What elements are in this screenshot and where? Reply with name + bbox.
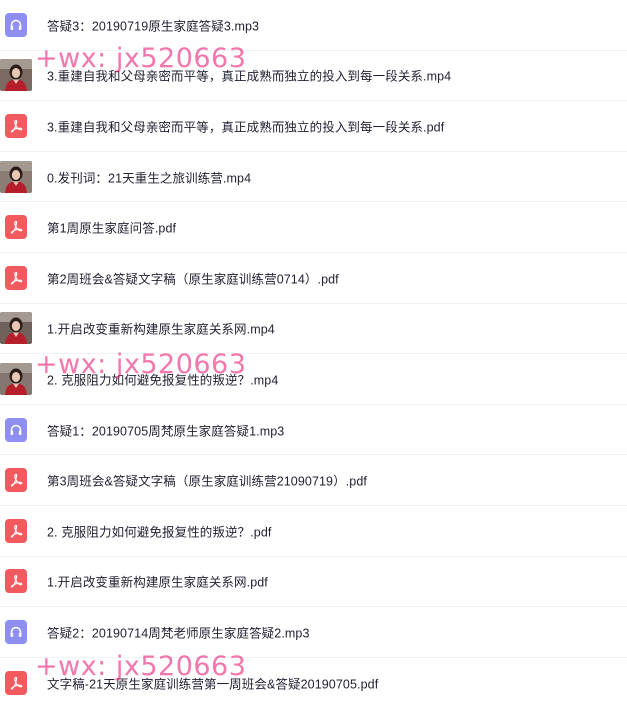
headphones-icon xyxy=(0,616,32,648)
file-name: 1.开启改变重新构建原生家庭关系网.pdf xyxy=(47,575,268,590)
video-thumbnail xyxy=(0,312,32,345)
video-thumbnail xyxy=(0,160,32,193)
file-name: 文字稿-21天原生家庭训练营第一周班会&答疑20190705.pdf xyxy=(47,677,379,692)
file-name: 答疑1：20190705周梵原生家庭答疑1.mp3 xyxy=(47,424,285,439)
file-name: 答疑2：20190714周梵老师原生家庭答疑2.mp3 xyxy=(47,626,310,641)
video-thumbnail xyxy=(0,362,32,395)
file-row-video[interactable]: 3.重建自我和父母亲密而平等，真正成熟而独立的投入到每一段关系.mp4 xyxy=(0,51,627,102)
pdf-icon xyxy=(0,667,32,699)
pdf-icon xyxy=(0,565,32,597)
file-row-video[interactable]: 2. 克服阻力如何避免报复性的叛逆？.mp4 xyxy=(0,354,627,405)
file-name: 第3周班会&答疑文字稿（原生家庭训练营21090719）.pdf xyxy=(47,474,367,489)
file-name: 答疑3：20190719原生家庭答疑3.mp3 xyxy=(47,19,260,34)
file-name: 第1周原生家庭问答.pdf xyxy=(47,221,177,236)
file-name: 3.重建自我和父母亲密而平等，真正成熟而独立的投入到每一段关系.mp4 xyxy=(47,69,452,84)
file-name: 3.重建自我和父母亲密而平等，真正成熟而独立的投入到每一段关系.pdf xyxy=(47,120,445,135)
file-row-pdf[interactable]: 第3周班会&答疑文字稿（原生家庭训练营21090719）.pdf xyxy=(0,455,627,506)
file-row-audio[interactable]: 答疑1：20190705周梵原生家庭答疑1.mp3 xyxy=(0,405,627,456)
headphones-icon xyxy=(0,9,32,41)
file-name: 2. 克服阻力如何避免报复性的叛逆？.mp4 xyxy=(47,373,279,388)
headphones-icon xyxy=(0,414,32,446)
file-row-pdf[interactable]: 文字稿-21天原生家庭训练营第一周班会&答疑20190705.pdf xyxy=(0,658,627,709)
file-row-pdf[interactable]: 3.重建自我和父母亲密而平等，真正成熟而独立的投入到每一段关系.pdf xyxy=(0,101,627,152)
file-row-video[interactable]: 0.发刊词：21天重生之旅训练营.mp4 xyxy=(0,152,627,203)
file-row-pdf[interactable]: 2. 克服阻力如何避免报复性的叛逆？.pdf xyxy=(0,506,627,557)
file-row-video[interactable]: 1.开启改变重新构建原生家庭关系网.mp4 xyxy=(0,304,627,355)
pdf-icon xyxy=(0,515,32,547)
pdf-icon xyxy=(0,211,32,243)
file-row-audio[interactable]: 答疑3：20190719原生家庭答疑3.mp3 xyxy=(0,0,627,51)
file-name: 2. 克服阻力如何避免报复性的叛逆？.pdf xyxy=(47,525,272,540)
file-name: 1.开启改变重新构建原生家庭关系网.mp4 xyxy=(47,322,275,337)
file-name: 0.发刊词：21天重生之旅训练营.mp4 xyxy=(47,171,252,186)
pdf-icon xyxy=(0,110,32,142)
file-row-pdf[interactable]: 第2周班会&答疑文字稿（原生家庭训练营0714）.pdf xyxy=(0,253,627,304)
pdf-icon xyxy=(0,262,32,294)
video-thumbnail xyxy=(0,59,32,92)
pdf-icon xyxy=(0,464,32,496)
file-list: 答疑3：20190719原生家庭答疑3.mp3 3.重建自我和父母亲密而平等，真正… xyxy=(0,0,627,708)
file-row-audio[interactable]: 答疑2：20190714周梵老师原生家庭答疑2.mp3 xyxy=(0,607,627,658)
file-name: 第2周班会&答疑文字稿（原生家庭训练营0714）.pdf xyxy=(47,272,339,287)
file-row-pdf[interactable]: 1.开启改变重新构建原生家庭关系网.pdf xyxy=(0,557,627,608)
file-row-pdf[interactable]: 第1周原生家庭问答.pdf xyxy=(0,202,627,253)
